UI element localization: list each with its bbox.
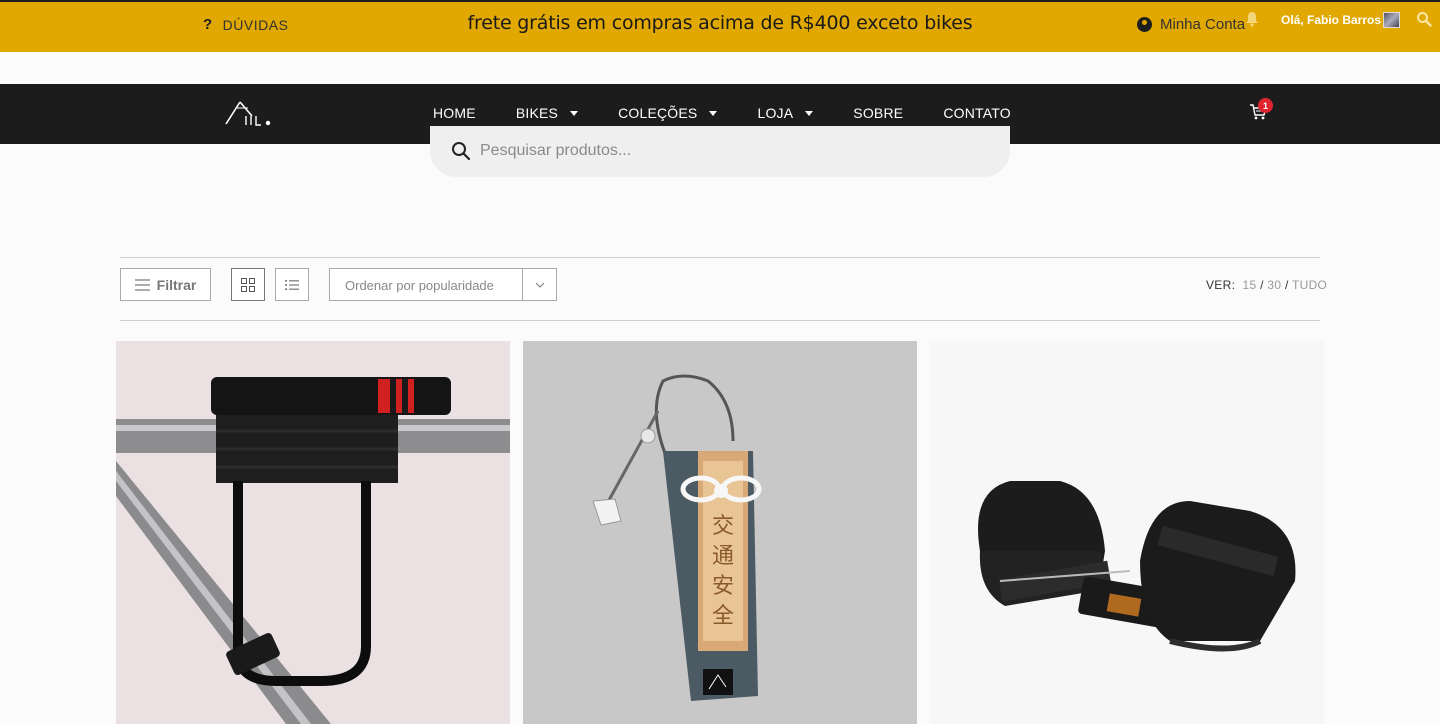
divider: [120, 257, 1320, 258]
grid-view-icon: [241, 277, 255, 292]
filter-label: Filtrar: [156, 276, 197, 293]
top-bar: ? DÚVIDAS frete grátis em compras acima …: [0, 0, 1440, 52]
product-image: 交 通 安 全: [523, 341, 917, 724]
sort-dropdown-toggle[interactable]: [522, 269, 556, 300]
account-link[interactable]: Minha Conta: [1137, 16, 1245, 33]
product-card-tag[interactable]: 交 通 安 全: [523, 341, 917, 724]
svg-text:交: 交: [712, 514, 734, 539]
nav-contato-label: CONTATO: [943, 105, 1011, 121]
nav-colecoes[interactable]: COLEÇÕES: [618, 105, 718, 121]
caret-down-icon: [570, 110, 579, 116]
nav-contato[interactable]: CONTATO: [943, 105, 1011, 121]
nav-bikes[interactable]: BIKES: [515, 105, 579, 121]
product-image: [930, 341, 1324, 724]
sort-selected-value: Ordenar por popularidade: [345, 278, 494, 293]
list-view-icon: [285, 279, 299, 290]
svg-text:全: 全: [712, 604, 734, 629]
nav-sobre[interactable]: SOBRE: [853, 105, 903, 121]
per-page-label: VER:: [1206, 278, 1236, 292]
nav-colecoes-label: COLEÇÕES: [618, 105, 698, 121]
main-menu: HOME BIKES COLEÇÕES LOJA SOBRE CONTATO: [433, 105, 1051, 121]
product-search: [430, 126, 1010, 177]
nav-bikes-label: BIKES: [515, 105, 559, 121]
bell-icon[interactable]: [1245, 11, 1259, 27]
divider: [120, 320, 1320, 321]
per-page-option-all[interactable]: TUDO: [1292, 278, 1327, 292]
account-label: Minha Conta: [1160, 16, 1246, 33]
search-icon[interactable]: [451, 141, 471, 161]
promo-text: frete grátis em compras acima de R$400 e…: [467, 12, 973, 34]
brand-logo[interactable]: [222, 96, 274, 130]
chevron-down-icon: [535, 282, 544, 288]
search-input[interactable]: [480, 139, 980, 163]
user-circle-icon: [1137, 17, 1152, 32]
list-view-button[interactable]: [275, 268, 309, 301]
caret-down-icon: [709, 110, 718, 116]
product-card-pedal-straps[interactable]: [930, 341, 1324, 724]
nav-loja-label: LOJA: [757, 105, 794, 121]
product-image: [116, 341, 510, 724]
search-icon[interactable]: [1416, 11, 1432, 27]
per-page-selector: VER: 15 / 30 / TUDO: [1206, 278, 1328, 292]
grid-view-button[interactable]: [231, 268, 265, 301]
cart-count-badge[interactable]: 1: [1258, 98, 1273, 113]
nav-loja[interactable]: LOJA: [757, 105, 814, 121]
avatar[interactable]: [1383, 12, 1400, 28]
menu-icon: [134, 278, 150, 291]
product-card-u-lock[interactable]: [116, 341, 510, 724]
caret-down-icon: [805, 110, 814, 116]
sort-select[interactable]: Ordenar por popularidade: [329, 268, 557, 301]
nav-sobre-label: SOBRE: [853, 105, 904, 121]
per-page-option-30[interactable]: 30: [1267, 278, 1281, 292]
filter-button[interactable]: Filtrar: [120, 268, 211, 301]
svg-text:安: 安: [712, 574, 734, 599]
per-page-option-15[interactable]: 15: [1243, 278, 1257, 292]
nav-home-label: HOME: [433, 105, 476, 121]
nav-home[interactable]: HOME: [433, 105, 476, 121]
svg-text:通: 通: [712, 544, 734, 569]
user-greeting[interactable]: Olá, Fabio Barros: [1281, 13, 1381, 27]
